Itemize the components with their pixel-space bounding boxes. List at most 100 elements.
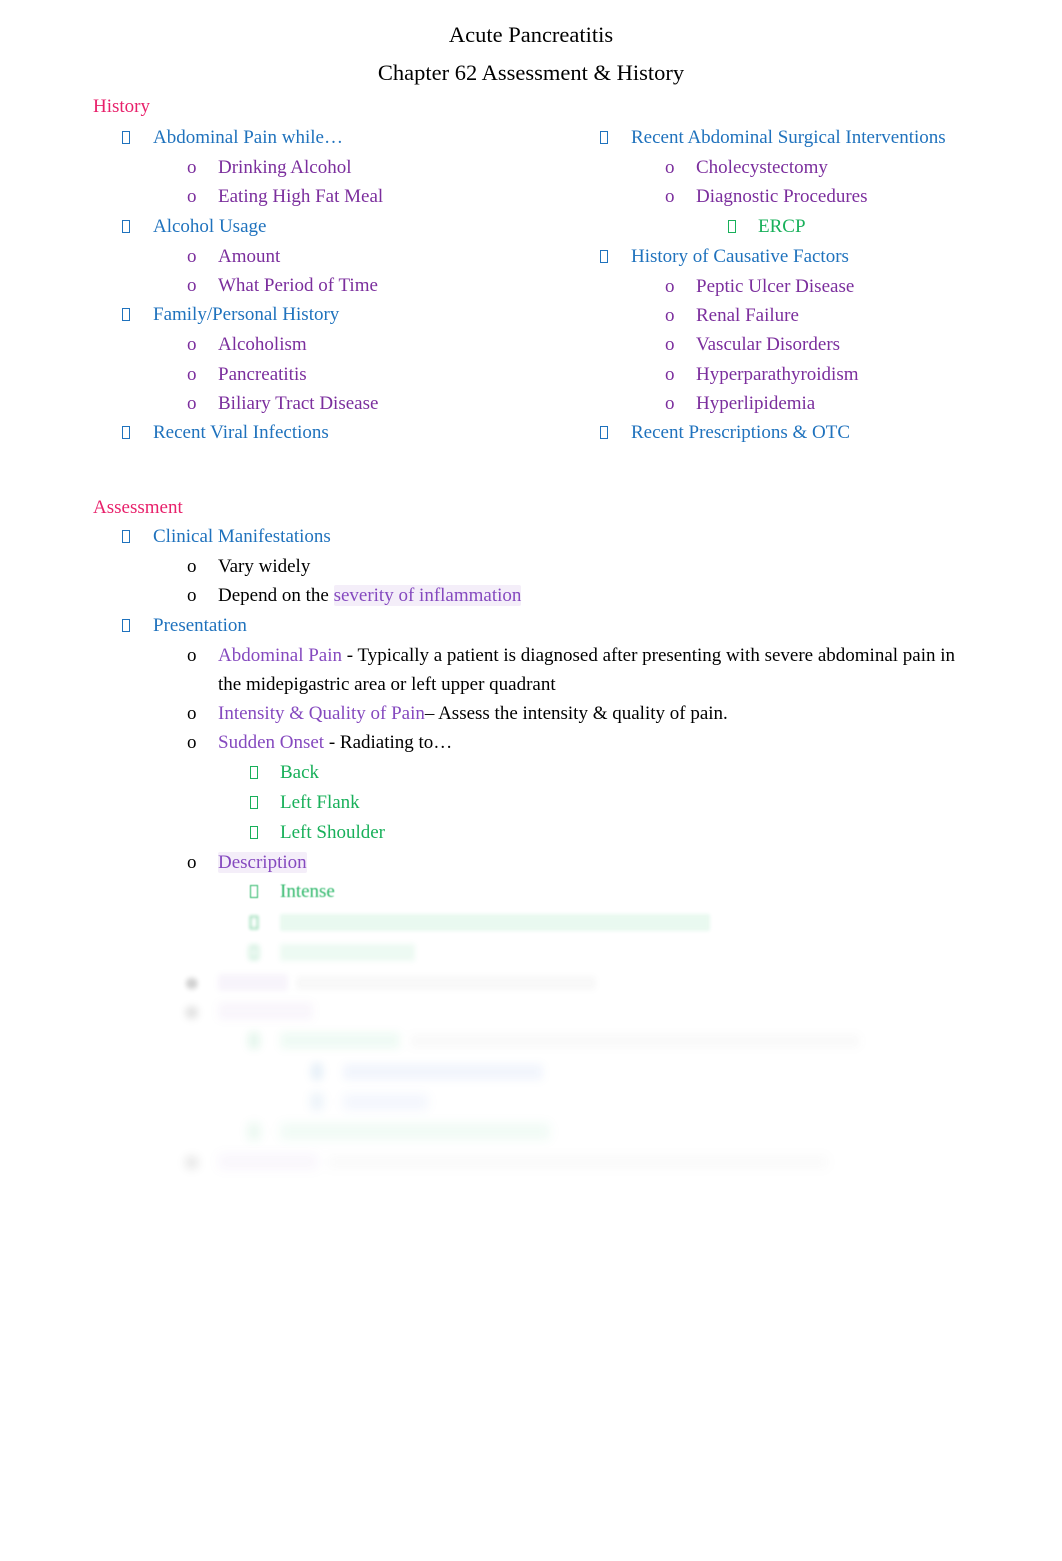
list-item: o Sudden Onset - Radiating to… <box>93 728 1062 757</box>
list-item-label: Hyperlipidemia <box>696 392 816 414</box>
circle-bullet-icon: o <box>187 245 197 267</box>
list-item <box>93 908 1062 938</box>
list-item: o Cholecystectomy <box>571 153 1049 182</box>
list-item: Recent Viral Infections <box>93 418 571 448</box>
list-item-label: ERCP <box>758 215 806 237</box>
list-item-label: Left Shoulder <box>280 822 386 844</box>
list-item-label: Family/Personal History <box>153 304 340 326</box>
list-item: o <box>93 1147 1062 1176</box>
circle-bullet-icon: o <box>187 585 197 607</box>
list-item-label: Presentation <box>153 614 247 636</box>
wingding-bullet-icon <box>600 243 631 272</box>
circle-bullet-icon: o <box>665 305 675 327</box>
obscured-term <box>218 1002 313 1021</box>
obscured-text <box>343 1093 428 1110</box>
list-item-label: Renal Failure <box>696 305 799 327</box>
list-item-label: Pancreatitis <box>218 363 307 385</box>
list-item: Alcohol Usage <box>93 212 571 242</box>
circle-bullet-icon: o <box>187 1151 197 1173</box>
list-item: o Vascular Disorders <box>571 330 1049 359</box>
circle-bullet-icon: o <box>187 363 197 385</box>
wingding-bullet-icon <box>250 1118 280 1147</box>
circle-bullet-icon: o <box>665 392 675 414</box>
assessment-list: Clinical Manifestations o Vary widely o De… <box>0 522 1062 1176</box>
list-item: o What Period of Time <box>93 271 571 300</box>
obscured-text <box>296 976 596 991</box>
list-item: History of Causative Factors <box>571 242 1049 272</box>
list-item-label: What Period of Time <box>218 275 378 297</box>
list-item: o Drinking Alcohol <box>93 153 571 182</box>
circle-bullet-icon: o <box>187 392 197 414</box>
circle-bullet-icon: o <box>665 186 675 208</box>
circle-bullet-icon: o <box>187 186 197 208</box>
list-item: Intense <box>93 877 1062 907</box>
list-item: o Renal Failure <box>571 301 1049 330</box>
circle-bullet-icon: o <box>187 556 197 578</box>
wingding-bullet-icon <box>122 124 153 153</box>
obscured-text <box>280 913 710 931</box>
wingding-bullet-icon <box>250 819 280 848</box>
history-columns: Abdominal Pain while… o Drinking Alcohol … <box>0 123 1062 453</box>
wingding-bullet-icon <box>600 419 631 448</box>
obscured-text <box>343 1063 543 1080</box>
list-item-label: Clinical Manifestations <box>153 526 331 547</box>
list-item-label: Recent Prescriptions & OTC <box>631 422 850 444</box>
list-item-label: Vascular Disorders <box>696 334 841 356</box>
list-item: Family/Personal History <box>93 300 571 330</box>
list-item-label: Back <box>280 761 320 783</box>
list-item: o Diagnostic Procedures <box>571 182 1049 211</box>
circle-bullet-icon: o <box>187 644 197 666</box>
obscured-term <box>280 1032 400 1050</box>
circle-bullet-icon: o <box>665 334 675 356</box>
obscured-text <box>280 1123 550 1141</box>
list-item-label: Left Flank <box>280 791 360 813</box>
emphasis-text: severity of inflammation <box>333 585 522 607</box>
list-item-label: Hyperparathyroidism <box>696 363 859 385</box>
list-item <box>93 1026 1062 1056</box>
circle-bullet-icon: o <box>187 972 197 994</box>
list-item: Recent Abdominal Surgical Interventions <box>571 123 1049 153</box>
list-item <box>93 938 1062 968</box>
list-item: Left Flank <box>93 788 1062 818</box>
circle-bullet-icon: o <box>187 157 197 179</box>
list-item-body: – Assess the intensity & quality of pain… <box>424 703 728 725</box>
list-item: o Eating High Fat Meal <box>93 182 571 211</box>
circle-bullet-icon: o <box>187 852 197 874</box>
wingding-bullet-icon <box>122 419 153 448</box>
list-item: Clinical Manifestations <box>93 522 1062 552</box>
list-item: o Hyperlipidemia <box>571 389 1049 418</box>
obscured-text <box>410 1034 860 1048</box>
term-label: Abdominal Pain <box>218 644 343 666</box>
list-item: Presentation <box>93 611 1062 641</box>
list-item-label: Biliary Tract Disease <box>218 392 379 414</box>
wingding-bullet-icon <box>250 789 280 818</box>
section-heading-history: History <box>93 96 150 117</box>
list-item-label: Diagnostic Procedures <box>696 186 868 208</box>
obscured-term <box>218 1153 318 1171</box>
list-item: o Alcoholism <box>93 330 571 359</box>
circle-bullet-icon: o <box>187 703 197 725</box>
list-item: o <box>93 997 1062 1026</box>
list-item-label: Drinking Alcohol <box>218 157 352 179</box>
obscured-text <box>328 1155 828 1169</box>
list-item: Abdominal Pain while… <box>93 123 571 153</box>
list-item-label: History of Causative Factors <box>631 245 849 267</box>
list-item: o Biliary Tract Disease <box>93 389 571 418</box>
circle-bullet-icon: o <box>665 157 675 179</box>
list-item: ERCP <box>571 212 1049 242</box>
wingding-bullet-icon <box>250 1027 280 1056</box>
obscured-text <box>280 943 415 961</box>
list-item: Recent Prescriptions & OTC <box>571 418 1049 448</box>
list-item-label: Peptic Ulcer Disease <box>696 276 855 298</box>
document-page: Acute Pancreatitis Chapter 62 Assessment… <box>0 0 1062 1561</box>
obscured-region: o o o <box>93 908 1062 1177</box>
wingding-bullet-icon <box>122 523 153 552</box>
history-column-left: Abdominal Pain while… o Drinking Alcohol … <box>93 123 571 448</box>
list-item-label: Abdominal Pain while… <box>153 127 343 148</box>
list-item: Back <box>93 758 1062 788</box>
list-item-label: Alcohol Usage <box>153 215 267 237</box>
list-item-label: Alcoholism <box>218 334 307 356</box>
list-item <box>93 1117 1062 1147</box>
wingding-bullet-icon <box>250 939 280 968</box>
